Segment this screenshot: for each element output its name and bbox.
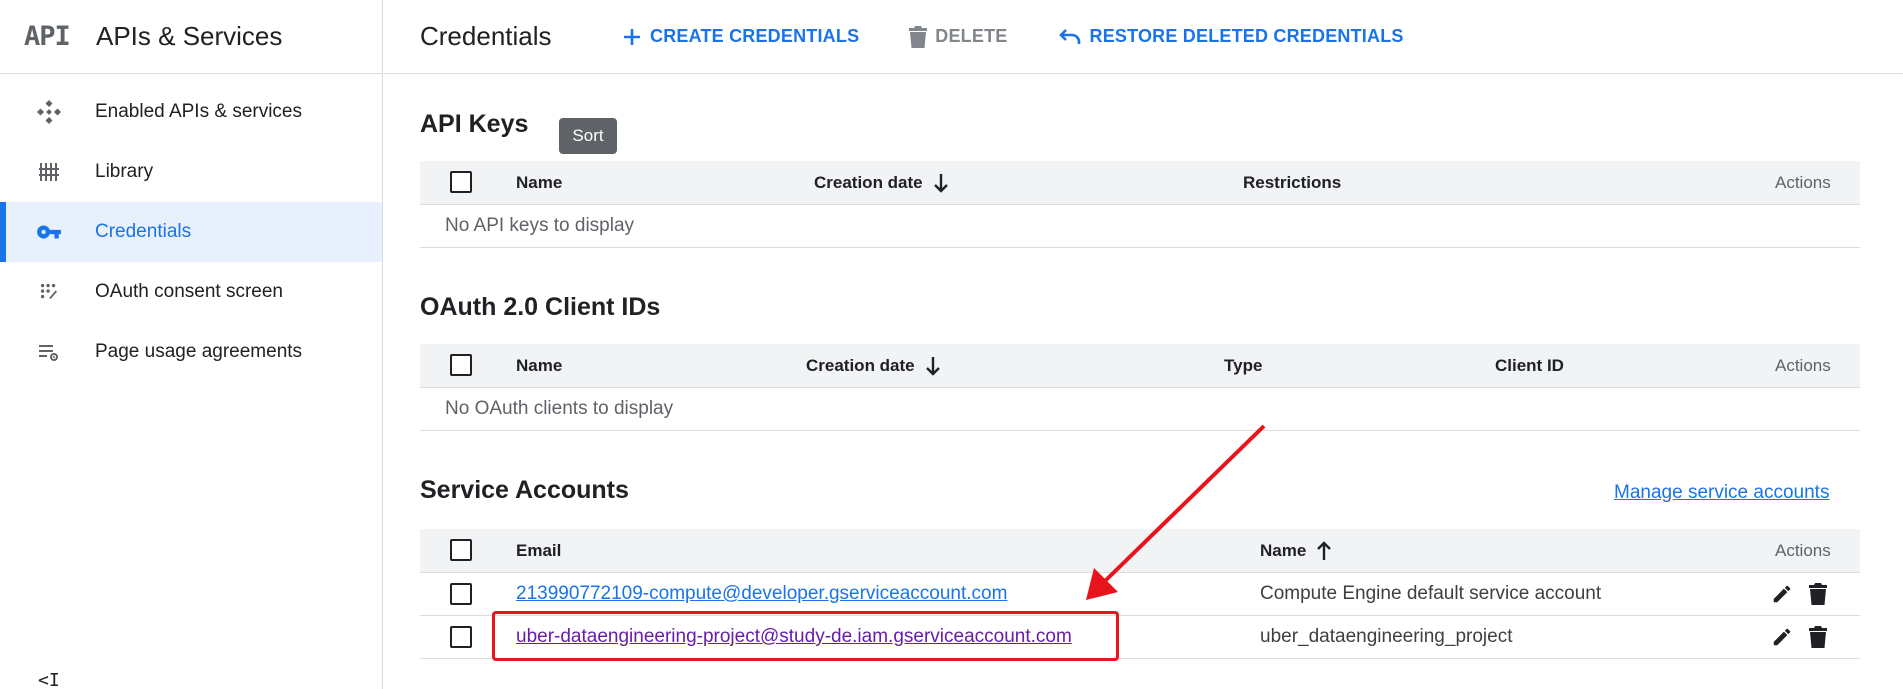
column-name[interactable]: Name (1260, 541, 1332, 561)
table-header: Name Creation date Type Client ID Action… (420, 344, 1860, 388)
row-checkbox[interactable] (450, 626, 472, 648)
column-actions: Actions (1775, 540, 1831, 560)
column-label: Creation date (806, 355, 915, 375)
undo-icon (1058, 28, 1080, 44)
oauth-title: OAuth 2.0 Client IDs (420, 293, 661, 321)
service-account-email-link[interactable]: 213990772109-compute@developer.gservicea… (516, 583, 1007, 605)
restore-deleted-credentials-button[interactable]: RESTORE DELETED CREDENTIALS (1058, 26, 1404, 47)
sort-tooltip: Sort (559, 118, 617, 154)
sidebar-item-label: Enabled APIs & services (95, 101, 302, 122)
oauth-table: Name Creation date Type Client ID Action… (420, 344, 1860, 431)
plus-icon (624, 28, 640, 45)
arrow-down-icon (933, 173, 948, 193)
service-account-name: uber_dataengineering_project (1260, 626, 1513, 647)
library-icon (34, 157, 64, 187)
select-all-checkbox[interactable] (450, 539, 472, 561)
table-header: Name Creation date Restrictions Actions (420, 161, 1860, 205)
sidebar-item-library[interactable]: Library (0, 142, 382, 202)
row-actions (1770, 582, 1830, 606)
sidebar-item-label: OAuth consent screen (95, 281, 283, 302)
delete-button[interactable]: DELETE (909, 25, 1008, 48)
create-credentials-label: CREATE CREDENTIALS (650, 26, 860, 46)
column-actions: Actions (1775, 355, 1831, 375)
row-actions (1770, 625, 1830, 649)
row-checkbox[interactable] (450, 583, 472, 605)
manage-service-accounts-link[interactable]: Manage service accounts (1614, 482, 1829, 504)
select-all-checkbox[interactable] (450, 354, 472, 376)
column-type: Type (1224, 355, 1263, 375)
page-title: Credentials (420, 21, 552, 51)
enabled-apis-icon (34, 97, 64, 127)
table-row: 213990772109-compute@developer.gservicea… (420, 573, 1860, 616)
column-label: Name (1260, 540, 1307, 560)
empty-message: No API keys to display (445, 215, 635, 236)
service-account-name: Compute Engine default service account (1260, 583, 1602, 604)
delete-label: DELETE (935, 26, 1008, 46)
delete-icon[interactable] (1806, 582, 1830, 606)
column-name[interactable]: Name (516, 173, 562, 193)
highlight-box (492, 611, 1119, 661)
sidebar-item-label: Page usage agreements (95, 341, 303, 362)
column-label: Creation date (814, 172, 923, 192)
collapse-sidebar-icon[interactable]: <I (38, 670, 60, 689)
sidebar-item-enabled-apis[interactable]: Enabled APIs & services (0, 82, 382, 142)
sidebar-item-label: Credentials (95, 221, 192, 242)
sidebar-nav: Enabled APIs & services Library Credenti… (0, 82, 382, 382)
sidebar: API APIs & Services Enabled APIs & servi… (0, 0, 383, 689)
sidebar-item-oauth-consent[interactable]: OAuth consent screen (0, 262, 382, 322)
app-title: APIs & Services (96, 21, 283, 51)
empty-row: No OAuth clients to display (420, 388, 1860, 431)
column-name[interactable]: Name (516, 356, 562, 376)
settings-list-icon (34, 337, 64, 367)
sidebar-item-page-usage[interactable]: Page usage agreements (0, 322, 382, 382)
service-accounts-title: Service Accounts (420, 476, 629, 504)
select-all-checkbox[interactable] (450, 171, 472, 193)
oauth-consent-icon (34, 277, 64, 307)
delete-icon[interactable] (1806, 625, 1830, 649)
api-keys-table: Name Creation date Restrictions Actions … (420, 161, 1860, 248)
table-header: Email Name Actions (420, 529, 1860, 573)
column-client-id: Client ID (1495, 355, 1564, 375)
arrow-up-icon (1317, 540, 1332, 560)
sidebar-item-label: Library (95, 161, 154, 182)
api-keys-title: API Keys (420, 110, 529, 138)
column-email: Email (516, 540, 562, 560)
trash-icon (909, 25, 928, 48)
top-bar: Credentials CREATE CREDENTIALS DELETE RE… (384, 0, 1903, 74)
restore-label: RESTORE DELETED CREDENTIALS (1089, 26, 1404, 46)
api-logo: API (24, 21, 71, 52)
empty-message: No OAuth clients to display (445, 398, 674, 419)
column-restrictions: Restrictions (1243, 172, 1342, 192)
column-creation-date[interactable]: Creation date (806, 356, 941, 376)
create-credentials-button[interactable]: CREATE CREDENTIALS (622, 26, 859, 47)
edit-icon[interactable] (1770, 625, 1794, 649)
arrow-down-icon (925, 356, 940, 376)
sidebar-header: API APIs & Services (0, 0, 382, 74)
empty-row: No API keys to display (420, 205, 1860, 248)
sidebar-item-credentials[interactable]: Credentials (0, 202, 382, 262)
column-creation-date[interactable]: Creation date (814, 173, 949, 193)
edit-icon[interactable] (1770, 582, 1794, 606)
key-icon (34, 217, 64, 247)
column-actions: Actions (1775, 172, 1831, 192)
